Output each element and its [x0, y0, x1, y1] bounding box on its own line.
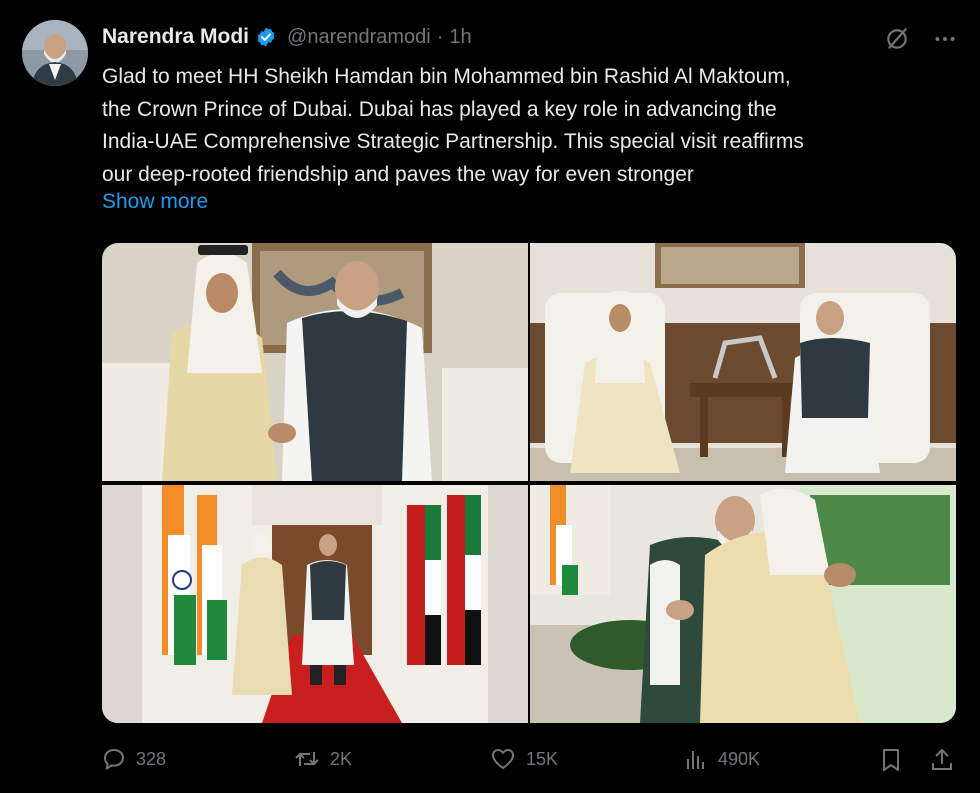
reply-count: 328 [136, 748, 167, 769]
reply-icon [104, 749, 124, 770]
views-count: 490K [718, 748, 761, 769]
post-time[interactable]: 1h [449, 26, 471, 49]
share-action[interactable] [930, 747, 954, 773]
avatar[interactable] [22, 20, 88, 86]
media-grid [102, 243, 956, 723]
post-text: Glad to meet HH Sheikh Hamdan bin Mohamm… [102, 65, 804, 186]
handshake-photo[interactable] [102, 243, 528, 481]
grok-icon[interactable] [884, 26, 910, 52]
show-more-link[interactable]: Show more [102, 190, 208, 214]
avatar-photo [22, 20, 88, 86]
bookmark-action[interactable] [880, 747, 902, 773]
views-action[interactable]: 490K [684, 747, 760, 771]
reply-action[interactable]: 328 [102, 747, 166, 771]
seated-meeting-photo[interactable] [530, 243, 956, 481]
repost-count: 2K [330, 748, 353, 769]
author-handle[interactable]: @narendramodi [287, 26, 431, 49]
walking-corridor-photo[interactable] [102, 485, 528, 723]
repost-action[interactable]: 2K [294, 747, 352, 771]
author-name[interactable]: Narendra Modi [102, 25, 249, 49]
more-options-icon[interactable] [932, 26, 958, 52]
post-top-actions [884, 26, 958, 52]
heart-icon [492, 749, 514, 769]
embrace-photo[interactable] [530, 485, 956, 723]
share-icon [932, 748, 952, 770]
like-action[interactable]: 15K [490, 747, 558, 771]
bookmark-icon [883, 749, 899, 771]
repost-icon [295, 752, 319, 766]
like-count: 15K [526, 748, 559, 769]
views-icon [687, 751, 704, 769]
post-header: Narendra Modi @narendramodi · 1h [102, 22, 472, 52]
separator-dot: · [436, 25, 444, 48]
action-bar: 328 2K 15K 490K [102, 747, 960, 777]
verified-badge-icon [257, 27, 275, 47]
